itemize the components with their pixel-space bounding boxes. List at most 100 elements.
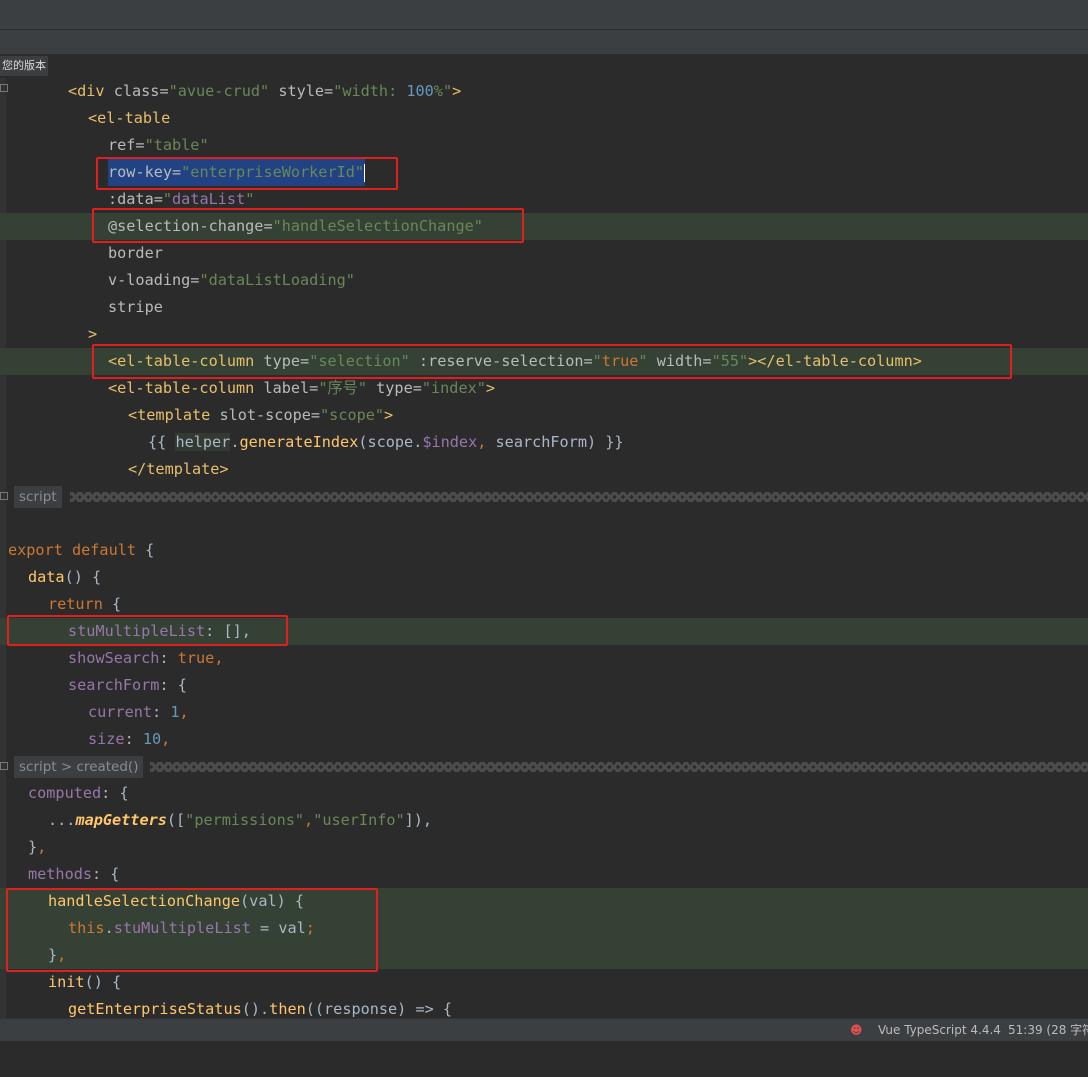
token: searchForm	[495, 433, 587, 451]
token: $index	[422, 433, 478, 451]
token: () {	[64, 568, 102, 586]
token: <el-table-column	[108, 379, 255, 397]
token: "	[162, 190, 173, 208]
fold-icon[interactable]	[0, 762, 8, 770]
code-line[interactable]: methods: {	[0, 861, 1088, 888]
token: ,	[37, 838, 47, 856]
code-line[interactable]: <template slot-scope="scope">	[0, 402, 1088, 429]
code-line[interactable]: },	[0, 834, 1088, 861]
title-bar	[0, 0, 1088, 30]
token: "	[245, 190, 255, 208]
token: </template>	[128, 460, 229, 478]
token: "index"	[421, 379, 486, 397]
code-line[interactable]: current: 1,	[0, 699, 1088, 726]
token: ) }}	[586, 433, 624, 451]
annotation-box-data	[7, 615, 288, 646]
token: ,	[214, 649, 224, 667]
annotation-box-selection-change	[92, 208, 524, 243]
fold-zigzag	[150, 762, 1088, 772]
token: ref=	[108, 136, 145, 154]
token: ]),	[404, 811, 433, 829]
token: mapGetters	[75, 811, 167, 829]
code-line[interactable]: data() {	[0, 564, 1088, 591]
folded-region-banner[interactable]: script > created()	[0, 756, 1088, 778]
token: {	[102, 595, 122, 613]
token: : {	[92, 865, 120, 883]
token: class=	[104, 82, 169, 100]
token: helper	[175, 433, 231, 451]
token: methods	[28, 865, 93, 883]
code-line[interactable]: </template>	[0, 456, 1088, 483]
token: "序号"	[318, 379, 367, 397]
annotation-box-handler	[6, 888, 378, 972]
token: style=	[269, 82, 334, 100]
token: () {	[84, 973, 122, 991]
annotation-box-row-key	[96, 157, 398, 190]
token: true	[177, 649, 215, 667]
token: : {	[159, 676, 187, 694]
cursor-position[interactable]: 51:39 (28 字符	[1008, 1019, 1088, 1041]
token: border	[108, 244, 163, 262]
annotation-box-selection-column	[92, 344, 1012, 379]
token: current	[88, 703, 153, 721]
fold-zigzag	[70, 492, 1088, 502]
token: searchForm	[68, 676, 160, 694]
token: "dataListLoading"	[199, 271, 355, 289]
token: then	[269, 1000, 306, 1018]
token: ,	[304, 811, 314, 829]
token: (scope.	[358, 433, 423, 451]
fold-icon[interactable]	[0, 492, 8, 500]
code-line[interactable]: {{ helper.generateIndex(scope.$index, se…	[0, 429, 1088, 456]
code-line[interactable]: v-loading="dataListLoading"	[0, 267, 1088, 294]
token: generateIndex	[239, 433, 359, 451]
token: {	[136, 541, 155, 559]
status-bar: ☻ Vue TypeScript 4.4.4 51:39 (28 字符	[0, 1018, 1088, 1041]
token: {{	[148, 433, 176, 451]
code-line[interactable]: <el-table-column label="序号" type="index"…	[0, 375, 1088, 402]
token: label=	[254, 379, 319, 397]
token: ([	[166, 811, 186, 829]
code-line[interactable]: ...mapGetters(["permissions","userInfo"]…	[0, 807, 1088, 834]
token: slot-scope=	[210, 406, 321, 424]
code-line[interactable]: return {	[0, 591, 1088, 618]
token: type=	[367, 379, 422, 397]
token: init	[48, 973, 85, 991]
code-line[interactable]: searchForm: {	[0, 672, 1088, 699]
token: ((response) => {	[305, 1000, 453, 1018]
token: }	[28, 838, 38, 856]
code-line[interactable]: computed: {	[0, 780, 1088, 807]
token: ,	[161, 730, 171, 748]
folded-region-banner[interactable]: script	[0, 486, 1088, 508]
code-line[interactable]: <div class="avue-crud" style="width: 100…	[0, 78, 1088, 105]
code-line[interactable]: init() {	[0, 969, 1088, 996]
token: <div	[68, 82, 105, 100]
bottom-strip	[0, 1041, 1088, 1048]
token: >	[384, 406, 394, 424]
token: export default	[8, 541, 137, 559]
token: data	[28, 568, 65, 586]
breadcrumb[interactable]: script	[14, 486, 62, 508]
token: 100	[406, 82, 434, 100]
code-line[interactable]: size: 10,	[0, 726, 1088, 753]
token: computed	[28, 784, 102, 802]
code-line[interactable]: border	[0, 240, 1088, 267]
token: getEnterpriseStatus	[68, 1000, 242, 1018]
breadcrumb[interactable]: script > created()	[14, 756, 144, 778]
token: "permissions"	[185, 811, 305, 829]
token: ,	[179, 703, 189, 721]
token: :	[124, 730, 143, 748]
toolbar	[0, 30, 1088, 54]
token: return	[48, 595, 103, 613]
code-line[interactable]: ref="table"	[0, 132, 1088, 159]
token: <template	[128, 406, 211, 424]
code-editor[interactable]: <div class="avue-crud" style="width: 100…	[0, 78, 1088, 1018]
token: "table"	[144, 136, 209, 154]
pig-icon[interactable]: ☻	[850, 1019, 863, 1041]
token: >	[452, 82, 462, 100]
language-indicator[interactable]: Vue TypeScript 4.4.4	[878, 1019, 1001, 1041]
token: size	[88, 730, 125, 748]
code-line[interactable]: stripe	[0, 294, 1088, 321]
code-line[interactable]: <el-table	[0, 105, 1088, 132]
code-line[interactable]: showSearch: true,	[0, 645, 1088, 672]
code-line[interactable]: export default {	[0, 537, 1088, 564]
